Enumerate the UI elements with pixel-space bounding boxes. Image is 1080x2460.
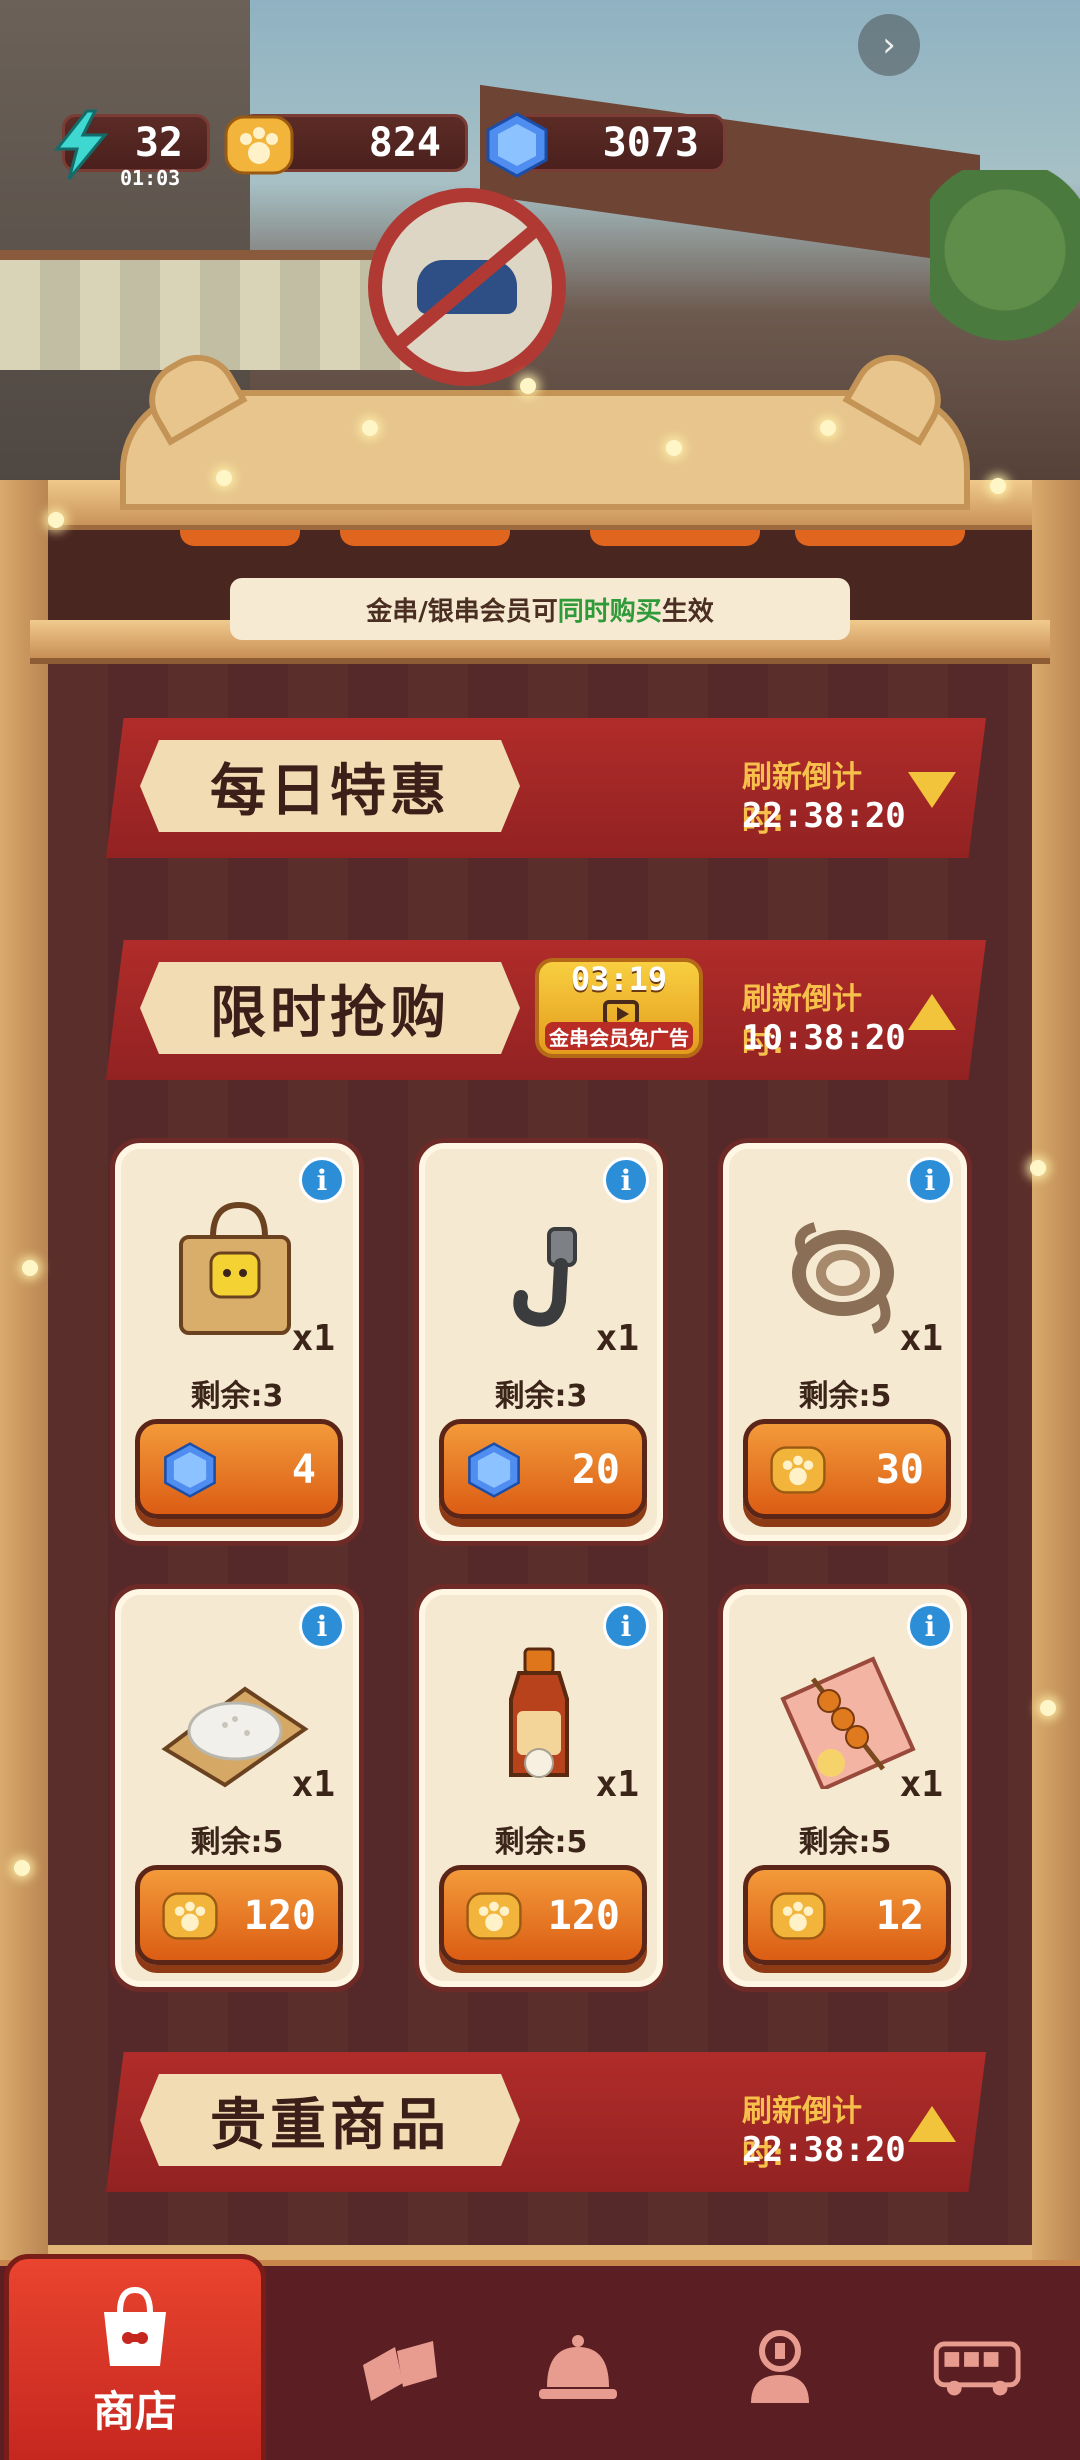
fairy-light [22,1260,38,1276]
item-remaining: 剩余:3 [494,1379,588,1414]
item-quantity: x1 [899,1318,943,1359]
tab-hint [795,530,965,546]
fairy-light [14,1860,30,1876]
fairy-light [48,512,64,528]
gem-counter[interactable]: 3073 [486,112,726,178]
flash-countdown: 10:38:20 [742,1018,906,1058]
shop-bag-icon [104,2286,166,2366]
shop-item-card[interactable]: i x1 剩余:5 30 [718,1138,972,1546]
buy-button[interactable]: 4 [135,1419,343,1519]
skip-icon[interactable]: › [858,14,920,76]
item-price: 30 [875,1447,924,1493]
shop-item-card[interactable]: i x1 剩余:5 120 [110,1584,364,1992]
energy-value: 32 [134,120,183,166]
tab-hint [590,530,760,546]
chef-badge-icon [751,2330,809,2403]
item-quantity: x1 [291,1764,335,1805]
shop-item-card[interactable]: i x1 剩余:3 20 [414,1138,668,1546]
service-bell-icon [539,2335,617,2399]
cat-ear-sign [120,340,970,510]
roof [480,84,980,266]
premium-goods-title: 贵重商品 [140,2074,520,2166]
item-price: 20 [571,1447,620,1493]
fairy-light [362,420,378,436]
gem-icon [164,1442,216,1498]
fairy-light [520,378,536,394]
energy-timer: 01:03 [120,166,181,190]
fairy-light [1030,1160,1046,1176]
paw-coin-icon [466,1892,522,1940]
buy-button[interactable]: 30 [743,1419,951,1519]
item-price: 4 [291,1447,316,1493]
buy-button[interactable]: 20 [439,1419,647,1519]
ad-countdown: 03:19 [570,960,668,998]
notice-suffix: 生效 [661,596,714,627]
item-quantity: x1 [595,1764,639,1805]
notice-prefix: 金串/银串会员可 [366,596,558,627]
shelf-post-left [0,480,48,2280]
bus-icon [933,2341,1021,2396]
fairy-light [666,440,682,456]
awning [0,250,420,370]
nav-tab-chef[interactable] [680,2266,880,2460]
paw-coin-icon [770,1446,826,1494]
buy-button[interactable]: 120 [439,1865,647,1965]
coin-counter[interactable]: 824 [224,114,468,175]
daily-countdown: 22:38:20 [742,796,906,836]
buy-button[interactable]: 120 [135,1865,343,1965]
watch-ad-refresh-button[interactable]: 03:19 金串会员免广告 [535,958,703,1058]
lightning-icon [45,109,117,181]
gem-icon [481,109,553,181]
item-quantity: x1 [291,1318,335,1359]
gem-icon [468,1442,520,1498]
paw-coin-icon [770,1892,826,1940]
item-price: 120 [547,1893,620,1939]
paw-coin-icon [223,109,295,181]
item-remaining: 剩余:3 [190,1379,284,1414]
gem-value: 3073 [602,120,699,166]
item-price: 120 [243,1893,316,1939]
shop-item-card[interactable]: i x1 剩余:5 12 [718,1584,972,1992]
nav-tab-bus[interactable] [878,2266,1078,2460]
nav-tab-service[interactable] [478,2266,678,2460]
shelf-post-right [1032,480,1080,2280]
daily-deals-title: 每日特惠 [140,740,520,832]
item-remaining: 剩余:5 [494,1825,588,1860]
ad-button-label: 金串会员免广告 [545,1022,693,1050]
nav-tab-tickets[interactable] [300,2266,500,2460]
ticket-icon [363,2341,437,2401]
tab-hint [180,530,300,546]
nav-shop-label: 商店 [92,2386,177,2436]
coin-value: 824 [368,120,441,166]
buy-button[interactable]: 12 [743,1865,951,1965]
item-remaining: 剩余:5 [798,1825,892,1860]
notice-highlight: 同时购买 [557,596,662,627]
item-quantity: x1 [899,1764,943,1805]
energy-counter[interactable]: 32 [53,109,210,180]
flash-sale-title: 限时抢购 [140,962,520,1054]
bottom-nav: 商店 [0,2254,1080,2460]
fairy-light [216,470,232,486]
item-quantity: x1 [595,1318,639,1359]
nav-tab-shop[interactable]: 商店 [4,2254,266,2460]
tab-hint [340,530,510,546]
item-price: 12 [875,1893,924,1939]
fairy-light [1040,1700,1056,1716]
member-notice: 金串/银串会员可 同时购买 生效 [230,578,850,640]
shop-item-card[interactable]: i x1 剩余:5 120 [414,1584,668,1992]
item-remaining: 剩余:5 [190,1825,284,1860]
fairy-light [990,478,1006,494]
premium-countdown: 22:38:20 [742,2130,906,2170]
fairy-light [820,420,836,436]
car-icon [417,260,517,314]
trees [930,170,1080,370]
shop-item-card[interactable]: i x1 剩余:3 4 [110,1138,364,1546]
item-remaining: 剩余:5 [798,1379,892,1414]
paw-coin-icon [162,1892,218,1940]
no-parking-sign [368,188,566,386]
